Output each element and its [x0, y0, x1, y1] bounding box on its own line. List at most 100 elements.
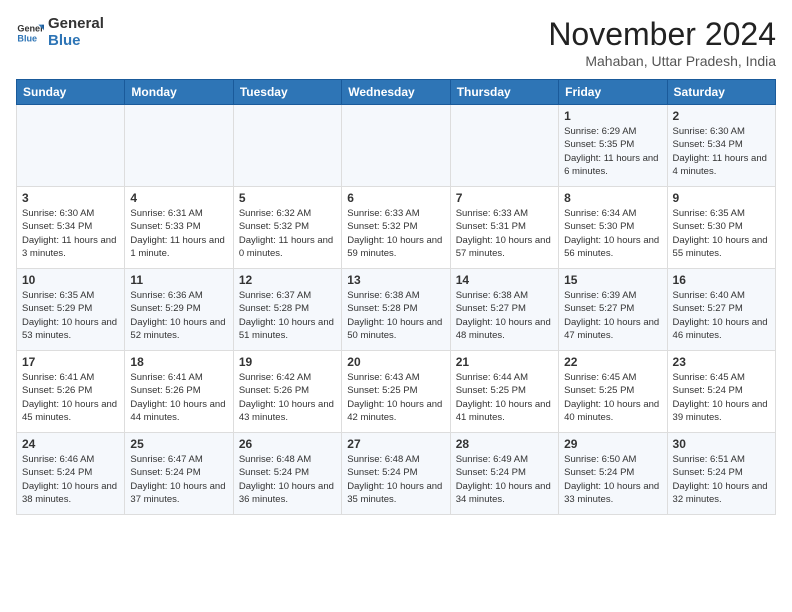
calendar-cell: 24Sunrise: 6:46 AM Sunset: 5:24 PM Dayli…	[17, 433, 125, 515]
day-info: Sunrise: 6:30 AM Sunset: 5:34 PM Dayligh…	[22, 207, 119, 260]
day-number: 21	[456, 355, 553, 369]
calendar-cell: 16 Sunrise: 6:40 AM Sunset: 5:27 PM Dayli…	[667, 269, 775, 351]
day-info: Sunrise: 6:48 AM Sunset: 5:24 PM Dayligh…	[239, 453, 336, 506]
calendar-cell	[450, 105, 558, 187]
day-info: Sunrise: 6:35 AM Sunset: 5:29 PM Dayligh…	[22, 289, 119, 342]
calendar-cell: 20 Sunrise: 6:43 AM Sunset: 5:25 PM Dayli…	[342, 351, 450, 433]
day-info: Sunrise: 6:47 AM Sunset: 5:24 PM Dayligh…	[130, 453, 227, 506]
day-number: 16	[673, 273, 770, 287]
calendar-cell	[342, 105, 450, 187]
day-number: 29	[564, 437, 661, 451]
calendar-cell: 29Sunrise: 6:50 AM Sunset: 5:24 PM Dayli…	[559, 433, 667, 515]
calendar-header-row: SundayMondayTuesdayWednesdayThursdayFrid…	[17, 80, 776, 105]
day-info: Sunrise: 6:33 AM Sunset: 5:31 PM Dayligh…	[456, 207, 553, 260]
calendar-week-1: 3 Sunrise: 6:30 AM Sunset: 5:34 PM Daylig…	[17, 187, 776, 269]
day-info: Sunrise: 6:30 AM Sunset: 5:34 PM Dayligh…	[673, 125, 770, 178]
calendar-week-0: 1 Sunrise: 6:29 AM Sunset: 5:35 PM Daylig…	[17, 105, 776, 187]
day-number: 26	[239, 437, 336, 451]
calendar-cell: 10 Sunrise: 6:35 AM Sunset: 5:29 PM Dayli…	[17, 269, 125, 351]
day-info: Sunrise: 6:36 AM Sunset: 5:29 PM Dayligh…	[130, 289, 227, 342]
day-number: 2	[673, 109, 770, 123]
calendar-cell: 3 Sunrise: 6:30 AM Sunset: 5:34 PM Daylig…	[17, 187, 125, 269]
logo-icon: General Blue	[16, 19, 44, 47]
calendar-cell: 2 Sunrise: 6:30 AM Sunset: 5:34 PM Daylig…	[667, 105, 775, 187]
calendar-cell: 4 Sunrise: 6:31 AM Sunset: 5:33 PM Daylig…	[125, 187, 233, 269]
day-number: 1	[564, 109, 661, 123]
calendar-cell: 22 Sunrise: 6:45 AM Sunset: 5:25 PM Dayli…	[559, 351, 667, 433]
calendar-header-sunday: Sunday	[17, 80, 125, 105]
day-number: 18	[130, 355, 227, 369]
day-number: 24	[22, 437, 119, 451]
day-number: 9	[673, 191, 770, 205]
calendar-header-thursday: Thursday	[450, 80, 558, 105]
day-number: 22	[564, 355, 661, 369]
calendar-cell	[125, 105, 233, 187]
calendar-cell: 8 Sunrise: 6:34 AM Sunset: 5:30 PM Daylig…	[559, 187, 667, 269]
day-number: 12	[239, 273, 336, 287]
day-info: Sunrise: 6:33 AM Sunset: 5:32 PM Dayligh…	[347, 207, 444, 260]
day-number: 19	[239, 355, 336, 369]
day-number: 20	[347, 355, 444, 369]
calendar-week-2: 10 Sunrise: 6:35 AM Sunset: 5:29 PM Dayli…	[17, 269, 776, 351]
day-number: 28	[456, 437, 553, 451]
calendar-table: SundayMondayTuesdayWednesdayThursdayFrid…	[16, 79, 776, 515]
day-info: Sunrise: 6:41 AM Sunset: 5:26 PM Dayligh…	[22, 371, 119, 424]
day-info: Sunrise: 6:29 AM Sunset: 5:35 PM Dayligh…	[564, 125, 661, 178]
calendar-week-4: 24Sunrise: 6:46 AM Sunset: 5:24 PM Dayli…	[17, 433, 776, 515]
calendar-cell: 9 Sunrise: 6:35 AM Sunset: 5:30 PM Daylig…	[667, 187, 775, 269]
day-number: 27	[347, 437, 444, 451]
day-number: 4	[130, 191, 227, 205]
day-info: Sunrise: 6:41 AM Sunset: 5:26 PM Dayligh…	[130, 371, 227, 424]
calendar-cell: 25 Sunrise: 6:47 AM Sunset: 5:24 PM Dayli…	[125, 433, 233, 515]
calendar-cell	[233, 105, 341, 187]
calendar-cell: 30Sunrise: 6:51 AM Sunset: 5:24 PM Dayli…	[667, 433, 775, 515]
day-number: 14	[456, 273, 553, 287]
calendar-header-friday: Friday	[559, 80, 667, 105]
day-number: 6	[347, 191, 444, 205]
day-number: 8	[564, 191, 661, 205]
calendar-header-monday: Monday	[125, 80, 233, 105]
day-info: Sunrise: 6:31 AM Sunset: 5:33 PM Dayligh…	[130, 207, 227, 260]
day-info: Sunrise: 6:51 AM Sunset: 5:24 PM Dayligh…	[673, 453, 770, 506]
calendar-cell: 26 Sunrise: 6:48 AM Sunset: 5:24 PM Dayli…	[233, 433, 341, 515]
calendar-cell: 28 Sunrise: 6:49 AM Sunset: 5:24 PM Dayli…	[450, 433, 558, 515]
location-subtitle: Mahaban, Uttar Pradesh, India	[548, 53, 776, 69]
day-number: 10	[22, 273, 119, 287]
day-number: 13	[347, 273, 444, 287]
calendar-header-tuesday: Tuesday	[233, 80, 341, 105]
logo-line2: Blue	[48, 33, 104, 50]
calendar-cell: 21 Sunrise: 6:44 AM Sunset: 5:25 PM Dayli…	[450, 351, 558, 433]
day-info: Sunrise: 6:32 AM Sunset: 5:32 PM Dayligh…	[239, 207, 336, 260]
month-title: November 2024	[548, 16, 776, 53]
calendar-cell: 12 Sunrise: 6:37 AM Sunset: 5:28 PM Dayli…	[233, 269, 341, 351]
calendar-cell: 11 Sunrise: 6:36 AM Sunset: 5:29 PM Dayli…	[125, 269, 233, 351]
day-number: 25	[130, 437, 227, 451]
calendar-cell: 7 Sunrise: 6:33 AM Sunset: 5:31 PM Daylig…	[450, 187, 558, 269]
calendar-cell: 5 Sunrise: 6:32 AM Sunset: 5:32 PM Daylig…	[233, 187, 341, 269]
day-info: Sunrise: 6:39 AM Sunset: 5:27 PM Dayligh…	[564, 289, 661, 342]
day-info: Sunrise: 6:43 AM Sunset: 5:25 PM Dayligh…	[347, 371, 444, 424]
calendar-cell: 14 Sunrise: 6:38 AM Sunset: 5:27 PM Dayli…	[450, 269, 558, 351]
day-info: Sunrise: 6:45 AM Sunset: 5:25 PM Dayligh…	[564, 371, 661, 424]
day-info: Sunrise: 6:37 AM Sunset: 5:28 PM Dayligh…	[239, 289, 336, 342]
day-number: 7	[456, 191, 553, 205]
day-info: Sunrise: 6:34 AM Sunset: 5:30 PM Dayligh…	[564, 207, 661, 260]
day-number: 5	[239, 191, 336, 205]
calendar-week-3: 17Sunrise: 6:41 AM Sunset: 5:26 PM Dayli…	[17, 351, 776, 433]
day-info: Sunrise: 6:44 AM Sunset: 5:25 PM Dayligh…	[456, 371, 553, 424]
calendar-cell: 17Sunrise: 6:41 AM Sunset: 5:26 PM Dayli…	[17, 351, 125, 433]
day-info: Sunrise: 6:35 AM Sunset: 5:30 PM Dayligh…	[673, 207, 770, 260]
day-number: 3	[22, 191, 119, 205]
calendar-header-saturday: Saturday	[667, 80, 775, 105]
calendar-cell: 19 Sunrise: 6:42 AM Sunset: 5:26 PM Dayli…	[233, 351, 341, 433]
title-block: November 2024 Mahaban, Uttar Pradesh, In…	[548, 16, 776, 69]
calendar-cell: 1 Sunrise: 6:29 AM Sunset: 5:35 PM Daylig…	[559, 105, 667, 187]
day-info: Sunrise: 6:48 AM Sunset: 5:24 PM Dayligh…	[347, 453, 444, 506]
day-info: Sunrise: 6:42 AM Sunset: 5:26 PM Dayligh…	[239, 371, 336, 424]
logo-line1: General	[48, 16, 104, 33]
day-info: Sunrise: 6:38 AM Sunset: 5:27 PM Dayligh…	[456, 289, 553, 342]
day-info: Sunrise: 6:49 AM Sunset: 5:24 PM Dayligh…	[456, 453, 553, 506]
day-number: 11	[130, 273, 227, 287]
calendar-cell: 15Sunrise: 6:39 AM Sunset: 5:27 PM Dayli…	[559, 269, 667, 351]
day-info: Sunrise: 6:40 AM Sunset: 5:27 PM Dayligh…	[673, 289, 770, 342]
